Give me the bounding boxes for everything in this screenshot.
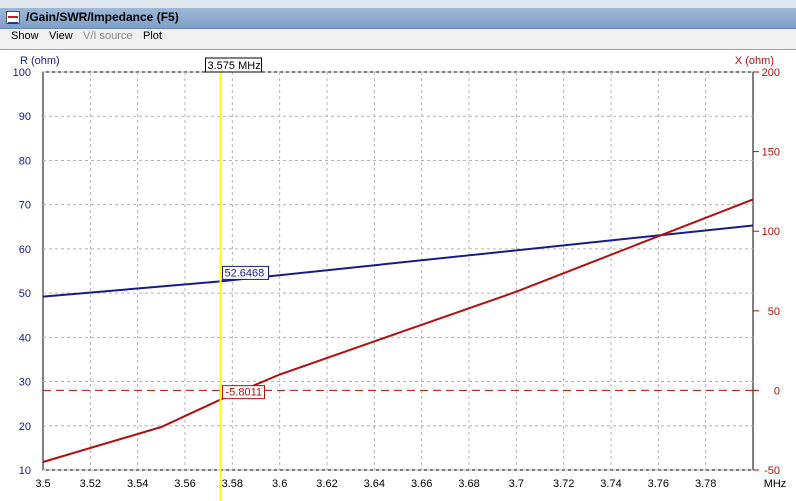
x-tick-label: 3.58 [222,478,243,490]
y-left-tick-label: 100 [13,67,31,79]
x-tick-label: 3.76 [648,478,669,490]
y-left-tick-label: 40 [19,332,31,344]
y-left-tick-label: 70 [19,200,31,212]
x-tick-label: 3.54 [127,478,148,490]
y-right-tick-label: 200 [762,67,780,79]
plot-border [42,71,754,471]
x-tick-label: 3.68 [458,478,479,490]
cursor-frequency-label: 3.575 MHz [208,60,261,72]
x-tick-label: 3.62 [316,478,337,490]
impedance-chart[interactable]: 102030405060708090100R (ohm)-50050100150… [0,50,796,501]
x-tick-label: 3.52 [80,478,101,490]
x-tick-label: 3.5 [35,478,50,490]
x-axis-unit: MHz [764,478,787,490]
y-left-tick-label: 60 [19,244,31,256]
resistance-readout: 52.6468 [225,267,265,279]
x-tick-label: 3.64 [364,478,385,490]
y-left-tick-label: 20 [19,421,31,433]
y-right-axis-label: X (ohm) [735,55,774,67]
x-tick-label: 3.72 [553,478,574,490]
y-left-tick-label: 30 [19,377,31,389]
y-left-tick-label: 50 [19,288,31,300]
desktop-strip [0,0,796,8]
y-right-tick-label: 0 [774,385,780,397]
reactance-readout: -5.8011 [226,387,263,399]
window-title: /Gain/SWR/Impedance (F5) [26,10,179,24]
y-right-tick-label: 150 [762,147,780,159]
x-tick-label: 3.74 [600,478,621,490]
chart-app-icon [6,11,20,24]
y-right-tick-label: 50 [768,306,780,318]
y-left-tick-label: 80 [19,155,31,167]
x-tick-label: 3.6 [272,478,287,490]
y-left-tick-label: 10 [19,465,31,477]
window-title-bar[interactable]: /Gain/SWR/Impedance (F5) [0,8,796,29]
y-left-axis-label: R (ohm) [20,55,60,67]
y-left-tick-label: 90 [19,111,31,123]
x-tick-label: 3.7 [509,478,524,490]
x-tick-label: 3.66 [411,478,432,490]
y-right-tick-label: 100 [762,226,780,238]
menu-show[interactable]: Show [11,30,39,42]
plot-area[interactable]: 10 20 30 40 50 60 70 80 90 100 R (ohm) -50 0 50 100 150… [0,49,796,501]
x-tick-label: 3.56 [174,478,195,490]
y-right-tick-label: -50 [764,465,780,477]
x-tick-label: 3.78 [695,478,716,490]
menu-bar: Show View V/I source Plot [0,29,796,47]
menu-vi-source: V/I source [83,30,133,42]
menu-plot[interactable]: Plot [143,30,162,42]
menu-view[interactable]: View [49,30,73,42]
